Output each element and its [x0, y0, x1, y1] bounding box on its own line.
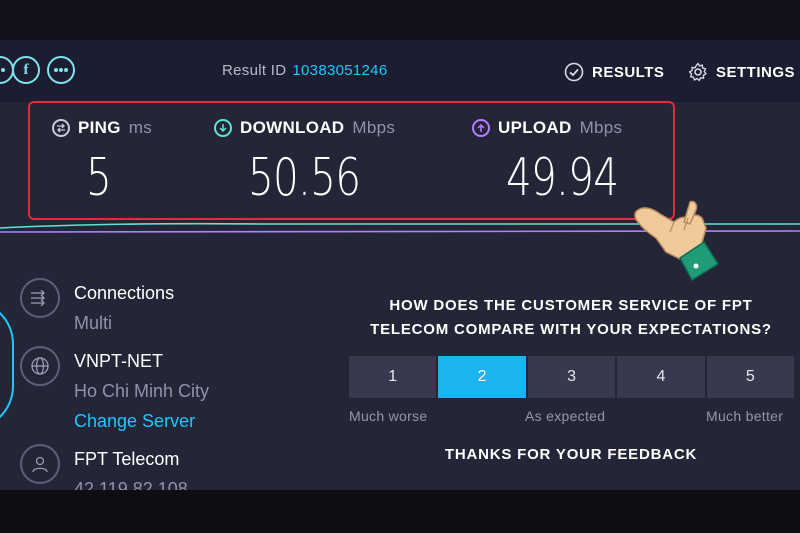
- download-label: DOWNLOAD: [240, 118, 345, 137]
- ping-icon: [52, 119, 70, 137]
- settings-button[interactable]: SETTINGS: [688, 60, 795, 84]
- check-circle-icon: [564, 62, 584, 82]
- upload-metric: UPLOAD Mbps 49.94: [472, 118, 623, 208]
- gear-icon: [688, 62, 707, 82]
- connections-icon: [20, 278, 60, 318]
- host-name: FPT Telecom: [74, 449, 180, 469]
- change-server-link[interactable]: Change Server: [74, 406, 209, 436]
- download-metric: DOWNLOAD Mbps 50.56: [214, 118, 396, 208]
- bottom-letterbox-overlay: [0, 490, 800, 533]
- ping-unit: ms: [128, 118, 153, 137]
- ping-label: PING: [78, 118, 121, 137]
- scale-mid-label: As expected: [525, 408, 606, 424]
- header-bar: [0, 40, 800, 102]
- speedtest-screen: f Result ID 10383051246 RESULTS SETTINGS …: [0, 0, 800, 533]
- result-id: Result ID 10383051246: [222, 62, 387, 79]
- scale-low-label: Much worse: [349, 408, 428, 424]
- pointing-hand-icon: [634, 200, 720, 282]
- isp-location: Ho Chi Minh City: [74, 381, 210, 401]
- upload-label: UPLOAD: [498, 118, 572, 137]
- survey-question: HOW DOES THE CUSTOMER SERVICE OF FPT TEL…: [370, 297, 772, 338]
- download-arrow-icon: [214, 119, 232, 137]
- user-icon: [20, 444, 60, 484]
- rating-option-1[interactable]: 1: [349, 356, 437, 398]
- connections-value: Multi: [74, 313, 113, 333]
- scale-high-label: Much better: [706, 408, 784, 424]
- top-letterbox: [0, 0, 800, 40]
- facebook-glyph: f: [23, 61, 29, 78]
- result-id-label: Result ID: [222, 62, 287, 79]
- ping-metric: PING ms 5: [52, 118, 153, 208]
- download-value: 50.56: [248, 148, 361, 208]
- rating-option-4[interactable]: 4: [617, 356, 705, 398]
- isp-row: VNPT-NET Ho Chi Minh City Change Server: [20, 346, 209, 436]
- more-icon[interactable]: [47, 56, 75, 84]
- globe-icon: [20, 346, 60, 386]
- upload-unit: Mbps: [579, 118, 623, 137]
- upload-value: 49.94: [506, 148, 619, 208]
- connections-label: Connections: [74, 283, 175, 303]
- download-unit: Mbps: [352, 118, 396, 137]
- results-button[interactable]: RESULTS: [564, 60, 664, 84]
- facebook-icon[interactable]: f: [12, 56, 40, 84]
- rating-scale: 1 2 3 4 5: [349, 356, 795, 398]
- results-label: RESULTS: [592, 63, 665, 81]
- isp-name: VNPT-NET: [74, 351, 164, 371]
- result-id-link[interactable]: 10383051246: [292, 62, 387, 79]
- connections-row: Connections Multi: [20, 278, 174, 338]
- settings-label: SETTINGS: [716, 63, 796, 81]
- ping-value: 5: [86, 148, 112, 208]
- rating-option-3[interactable]: 3: [527, 356, 616, 398]
- rating-option-2[interactable]: 2: [438, 356, 526, 398]
- upload-arrow-icon: [472, 119, 490, 137]
- feedback-thanks: THANKS FOR YOUR FEEDBACK: [444, 446, 698, 463]
- rating-option-5[interactable]: 5: [706, 356, 795, 398]
